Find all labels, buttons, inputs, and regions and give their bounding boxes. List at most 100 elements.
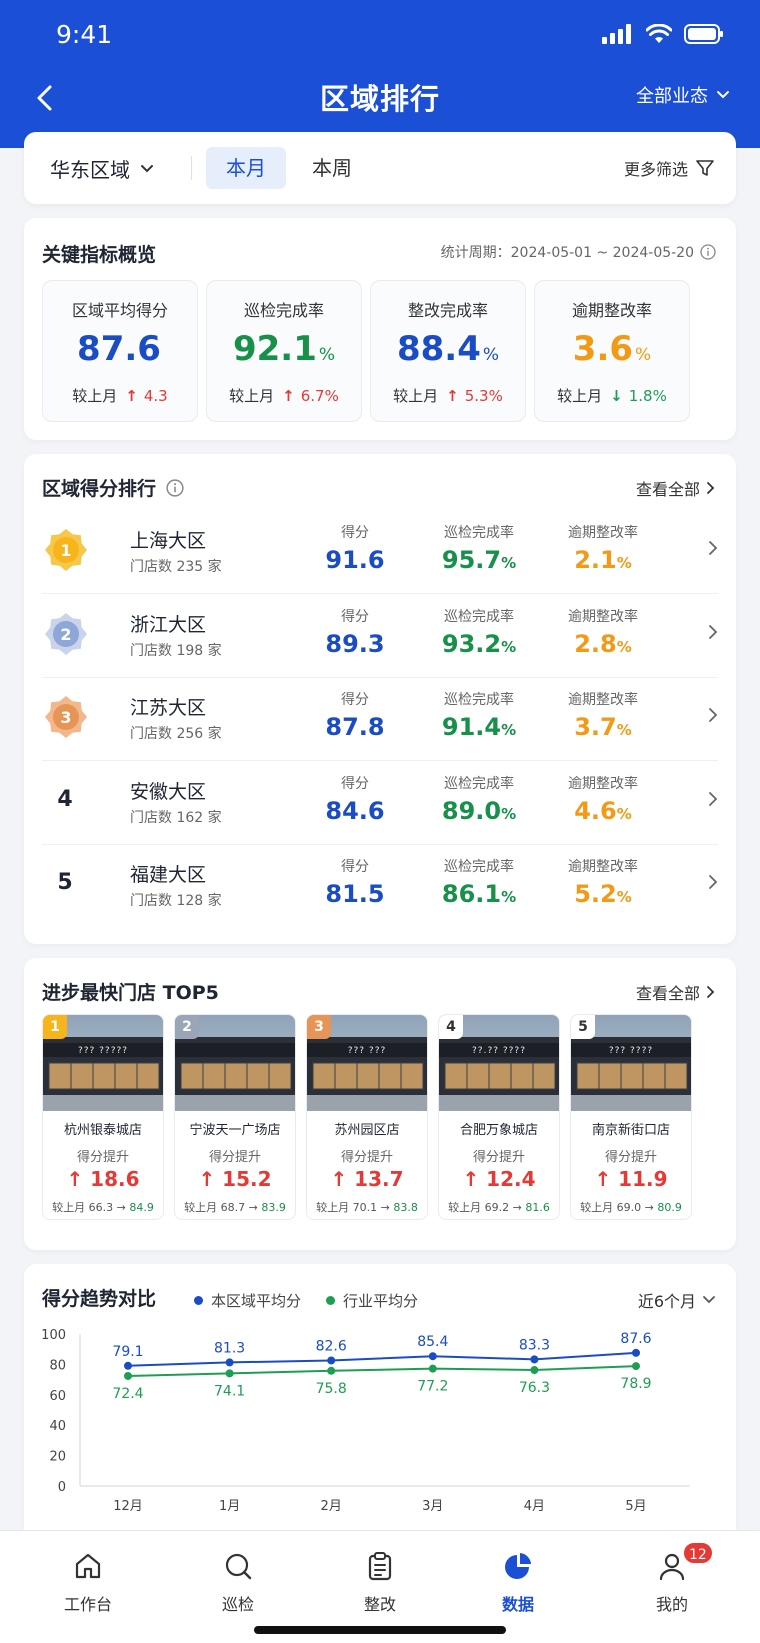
kpi-box[interactable]: 区域平均得分 87.6 较上月 ↑ 4.3 [42, 280, 198, 422]
segment-this-week[interactable]: 本周 [292, 147, 372, 189]
kpi-label: 逾期整改率 [571, 301, 652, 320]
tab-label: 整改 [363, 1595, 396, 1614]
store-card[interactable]: 2 宁波天一广场店 得分提升 ↑ 15.2 较上月 68.7 → 83.9 [174, 1014, 296, 1220]
tab-inspect[interactable]: 巡检 [188, 1549, 288, 1615]
rank-col-overdue: 逾期整改率 4.6% [528, 773, 678, 825]
medal-icon: 3 [45, 696, 87, 738]
store-metric-label: 得分提升 [208, 1150, 261, 1165]
store-sign: ??.?? ???? [472, 1046, 526, 1056]
col-label: 逾期整改率 [568, 859, 638, 875]
top-stores-title: 进步最快门店 TOP5 [42, 982, 219, 1004]
medal-icon: 1 [45, 529, 87, 571]
data-label: 79.1 [112, 1344, 143, 1360]
kpi-box[interactable]: 巡检完成率 92.1% 较上月 ↑ 6.7% [206, 280, 362, 422]
store-compare: 较上月 68.7 → 83.9 [175, 1199, 295, 1215]
trend-card: 得分趋势对比 本区域平均分 行业平均分 近6个月 0 20 40 60 80 100 12月… [24, 1264, 736, 1544]
col-value-number: 3.7 [574, 713, 617, 741]
store-name: 杭州银泰城店 [63, 1123, 142, 1138]
y-tick-label: 20 [49, 1450, 66, 1465]
home-icon [75, 1553, 101, 1579]
chevron-right-icon [708, 540, 718, 560]
more-filter-button[interactable]: 更多筛选 [624, 156, 714, 180]
rank-tag: 5 [571, 1015, 595, 1039]
rank-row[interactable]: 3 江苏大区 门店数 256 家得分 87.8 巡检完成率 91.4% 逾期整改率 3.7% [42, 677, 718, 761]
data-point [327, 1366, 336, 1375]
store-compare-to: 81.6 [525, 1201, 550, 1214]
kpi-value-number: 88.4 [396, 329, 481, 369]
kpi-period: 统计周期：2024-05-01 ~ 2024-05-20 [441, 242, 716, 262]
arrow-up-icon: ↑ [446, 387, 459, 405]
ranking-view-all[interactable]: 查看全部 [636, 476, 716, 500]
col-value-number: 84.6 [325, 796, 385, 825]
pie-chart-icon [505, 1553, 531, 1579]
store-sign: ??? ????? [77, 1046, 129, 1056]
store-compare-prefix: 较上月 68.7 → [184, 1201, 262, 1214]
store-card[interactable]: ??? ????? 1 杭州银泰城店 得分提升 ↑ 18.6 较上月 66.3 → 84.… [42, 1014, 164, 1220]
tab-label: 巡检 [221, 1595, 254, 1614]
trend-title: 得分趋势对比 [42, 1288, 157, 1310]
range-dropdown[interactable]: 近6个月 [638, 1288, 716, 1312]
arrow-up-icon: ↑ [125, 387, 138, 405]
rank-tag: 1 [43, 1015, 67, 1039]
ranking-card: 区域得分排行 查看全部 1 上海大区 门店数 235 家得分 91.6 巡检完成率 95.… [24, 454, 736, 944]
business-type-dropdown[interactable]: 全部业态 [636, 82, 730, 108]
col-value-number: 2.8 [574, 629, 617, 658]
store-compare-prefix: 较上月 69.0 → [580, 1201, 658, 1214]
store-compare-prefix: 较上月 66.3 → [52, 1201, 130, 1214]
kpi-box[interactable]: 逾期整改率 3.6% 较上月 ↓ 1.8% [534, 280, 690, 422]
col-value-number: 89.0 [441, 796, 502, 825]
segment-this-month[interactable]: 本月 [206, 147, 286, 189]
col-value-unit: % [616, 637, 632, 656]
store-card[interactable]: ??? ??? 3 苏州园区店 得分提升 ↑ 13.7 较上月 70.1 → 83.8 [306, 1014, 428, 1220]
col-value-unit: % [501, 721, 517, 739]
data-label: 76.3 [519, 1380, 550, 1396]
store-count: 门店数 162 家 [130, 809, 222, 826]
x-tick-label: 4月 [524, 1499, 545, 1514]
series-line-industry [127, 1365, 637, 1377]
series-line-region [127, 1351, 637, 1367]
store-metric-label: 得分提升 [340, 1150, 393, 1165]
chevron-down-icon [703, 1296, 715, 1304]
store-compare-to: 84.9 [129, 1201, 154, 1214]
kpi-value-number: 87.6 [77, 329, 161, 369]
region-select[interactable]: 华东区域 [50, 154, 154, 183]
col-value-unit: % [616, 721, 632, 739]
filter-bar: 华东区域 本月 本周 更多筛选 [24, 132, 736, 204]
more-filter-label: 更多筛选 [623, 160, 688, 179]
col-value-number: 4.6 [574, 796, 617, 825]
rank-row[interactable]: 2 浙江大区 门店数 198 家得分 89.3 巡检完成率 93.2% 逾期整改率 2.8% [42, 594, 718, 678]
rank-row[interactable]: 4 安徽大区 门店数 162 家得分 84.6 巡检完成率 89.0% 逾期整改率 4.6% [42, 761, 718, 845]
app-header: 9:41 区域排行 全部业态 [0, 0, 760, 148]
tab-data[interactable]: 数据 [468, 1549, 568, 1615]
data-label: 83.3 [519, 1337, 550, 1353]
store-card[interactable]: ??.?? ???? 4 合肥万象城店 得分提升 ↑ 12.4 较上月 69.2 → 81… [438, 1014, 560, 1220]
info-icon[interactable] [700, 244, 716, 260]
tab-workbench[interactable]: 工作台 [38, 1549, 138, 1615]
rank-tag: 2 [175, 1015, 199, 1039]
battery-icon [684, 24, 723, 44]
rank-col-overdue: 逾期整改率 5.2% [528, 856, 678, 908]
info-icon[interactable] [166, 478, 184, 497]
kpi-value-unit: % [318, 345, 336, 365]
store-compare: 较上月 69.2 → 81.6 [439, 1199, 559, 1215]
tab-me[interactable]: 12 我的 [622, 1541, 722, 1615]
data-point [124, 1361, 132, 1370]
stores-view-all[interactable]: 查看全部 [636, 980, 716, 1004]
chevron-right-icon [708, 624, 718, 644]
legend-item-industry: 行业平均分 [326, 1290, 418, 1311]
store-card[interactable]: ??? ???? 5 南京新街口店 得分提升 ↑ 11.9 较上月 69.0 → 80.9 [570, 1014, 692, 1220]
rank-number: 1 [60, 541, 71, 560]
divider [191, 156, 192, 180]
kpi-box[interactable]: 整改完成率 88.4% 较上月 ↑ 5.3% [370, 280, 526, 422]
data-label: 78.9 [620, 1376, 651, 1392]
data-point [225, 1369, 234, 1378]
rank-row[interactable]: 5 福建大区 门店数 128 家得分 81.5 巡检完成率 86.1% 逾期整改率 5.2% [42, 844, 718, 928]
col-value-unit: % [501, 554, 517, 572]
data-label: 81.3 [214, 1340, 245, 1356]
col-label: 逾期整改率 [568, 775, 638, 792]
x-tick-label: 1月 [219, 1499, 240, 1514]
data-label: 72.4 [112, 1386, 143, 1402]
col-value-number: 93.2 [441, 629, 502, 658]
rank-row[interactable]: 1 上海大区 门店数 235 家得分 91.6 巡检完成率 95.7% 逾期整改率 2.1% [42, 510, 718, 594]
tab-rectify[interactable]: 整改 [330, 1549, 430, 1615]
